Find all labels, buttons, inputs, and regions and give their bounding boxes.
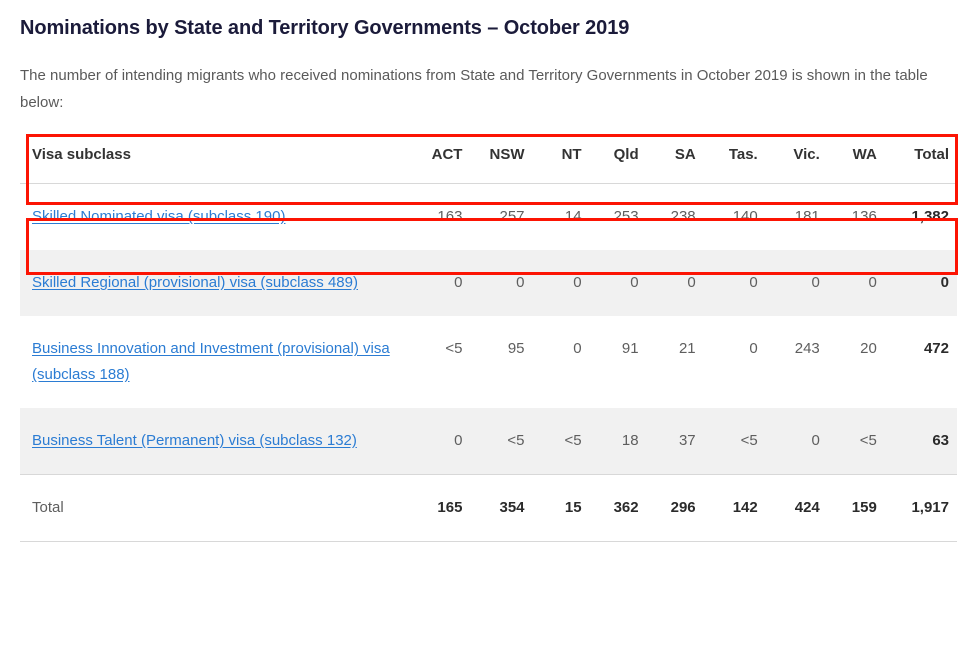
cell-act: 0 bbox=[413, 250, 470, 316]
cell-tas: 0 bbox=[704, 250, 766, 316]
cell-act: 163 bbox=[413, 184, 470, 251]
cell-nt: <5 bbox=[533, 408, 590, 475]
page-root: Nominations by State and Territory Gover… bbox=[0, 0, 977, 647]
cell-sa: 37 bbox=[647, 408, 704, 475]
intro-paragraph: The number of intending migrants who rec… bbox=[20, 42, 957, 116]
column-header-qld: Qld bbox=[590, 146, 647, 184]
cell-nsw: 95 bbox=[470, 316, 532, 408]
total-cell-sa: 296 bbox=[647, 475, 704, 542]
cell-total: 0 bbox=[885, 250, 957, 316]
column-header-nsw: NSW bbox=[470, 146, 532, 184]
column-header-tas: Tas. bbox=[704, 146, 766, 184]
page-title: Nominations by State and Territory Gover… bbox=[20, 0, 957, 42]
total-row-label: Total bbox=[20, 475, 413, 542]
cell-nt: 14 bbox=[533, 184, 590, 251]
cell-nsw: 0 bbox=[470, 250, 532, 316]
cell-total: 63 bbox=[885, 408, 957, 475]
row-label-cell: Skilled Regional (provisional) visa (sub… bbox=[20, 250, 413, 316]
cell-vic: 0 bbox=[766, 250, 828, 316]
visa-link-subclass-489[interactable]: Skilled Regional (provisional) visa (sub… bbox=[32, 274, 358, 291]
cell-nsw: 257 bbox=[470, 184, 532, 251]
table-row: Skilled Nominated visa (subclass 190) 16… bbox=[20, 184, 957, 251]
cell-vic: 243 bbox=[766, 316, 828, 408]
visa-link-subclass-190[interactable]: Skilled Nominated visa (subclass 190) bbox=[32, 208, 285, 225]
cell-sa: 21 bbox=[647, 316, 704, 408]
total-cell-nsw: 354 bbox=[470, 475, 532, 542]
cell-wa: 0 bbox=[828, 250, 885, 316]
total-cell-wa: 159 bbox=[828, 475, 885, 542]
total-cell-grand: 1,917 bbox=[885, 475, 957, 542]
cell-tas: <5 bbox=[704, 408, 766, 475]
cell-vic: 0 bbox=[766, 408, 828, 475]
column-header-total: Total bbox=[885, 146, 957, 184]
row-label-cell: Business Innovation and Investment (prov… bbox=[20, 316, 413, 408]
cell-qld: 18 bbox=[590, 408, 647, 475]
cell-tas: 0 bbox=[704, 316, 766, 408]
cell-tas: 140 bbox=[704, 184, 766, 251]
column-header-sa: SA bbox=[647, 146, 704, 184]
table-head: Visa subclass ACT NSW NT Qld SA Tas. Vic… bbox=[20, 146, 957, 184]
column-header-visa-subclass: Visa subclass bbox=[20, 146, 413, 184]
visa-link-subclass-188[interactable]: Business Innovation and Investment (prov… bbox=[32, 340, 390, 383]
total-cell-qld: 362 bbox=[590, 475, 647, 542]
row-label-cell: Business Talent (Permanent) visa (subcla… bbox=[20, 408, 413, 475]
cell-qld: 91 bbox=[590, 316, 647, 408]
cell-vic: 181 bbox=[766, 184, 828, 251]
column-header-act: ACT bbox=[413, 146, 470, 184]
cell-nt: 0 bbox=[533, 250, 590, 316]
table-row: Business Talent (Permanent) visa (subcla… bbox=[20, 408, 957, 475]
column-header-wa: WA bbox=[828, 146, 885, 184]
table-total-row: Total 165 354 15 362 296 142 424 159 1,9… bbox=[20, 475, 957, 542]
cell-nsw: <5 bbox=[470, 408, 532, 475]
cell-wa: 136 bbox=[828, 184, 885, 251]
cell-total: 472 bbox=[885, 316, 957, 408]
row-label-cell: Skilled Nominated visa (subclass 190) bbox=[20, 184, 413, 251]
total-cell-act: 165 bbox=[413, 475, 470, 542]
table-row: Skilled Regional (provisional) visa (sub… bbox=[20, 250, 957, 316]
total-cell-vic: 424 bbox=[766, 475, 828, 542]
cell-nt: 0 bbox=[533, 316, 590, 408]
cell-total: 1,382 bbox=[885, 184, 957, 251]
cell-qld: 253 bbox=[590, 184, 647, 251]
cell-sa: 0 bbox=[647, 250, 704, 316]
cell-sa: 238 bbox=[647, 184, 704, 251]
table-row: Business Innovation and Investment (prov… bbox=[20, 316, 957, 408]
cell-wa: 20 bbox=[828, 316, 885, 408]
table-container: Visa subclass ACT NSW NT Qld SA Tas. Vic… bbox=[20, 146, 957, 542]
total-cell-nt: 15 bbox=[533, 475, 590, 542]
column-header-nt: NT bbox=[533, 146, 590, 184]
column-header-vic: Vic. bbox=[766, 146, 828, 184]
nominations-table: Visa subclass ACT NSW NT Qld SA Tas. Vic… bbox=[20, 146, 957, 542]
table-header-row: Visa subclass ACT NSW NT Qld SA Tas. Vic… bbox=[20, 146, 957, 184]
cell-qld: 0 bbox=[590, 250, 647, 316]
cell-act: 0 bbox=[413, 408, 470, 475]
total-cell-tas: 142 bbox=[704, 475, 766, 542]
cell-wa: <5 bbox=[828, 408, 885, 475]
cell-act: <5 bbox=[413, 316, 470, 408]
table-body: Skilled Nominated visa (subclass 190) 16… bbox=[20, 184, 957, 542]
visa-link-subclass-132[interactable]: Business Talent (Permanent) visa (subcla… bbox=[32, 432, 357, 449]
